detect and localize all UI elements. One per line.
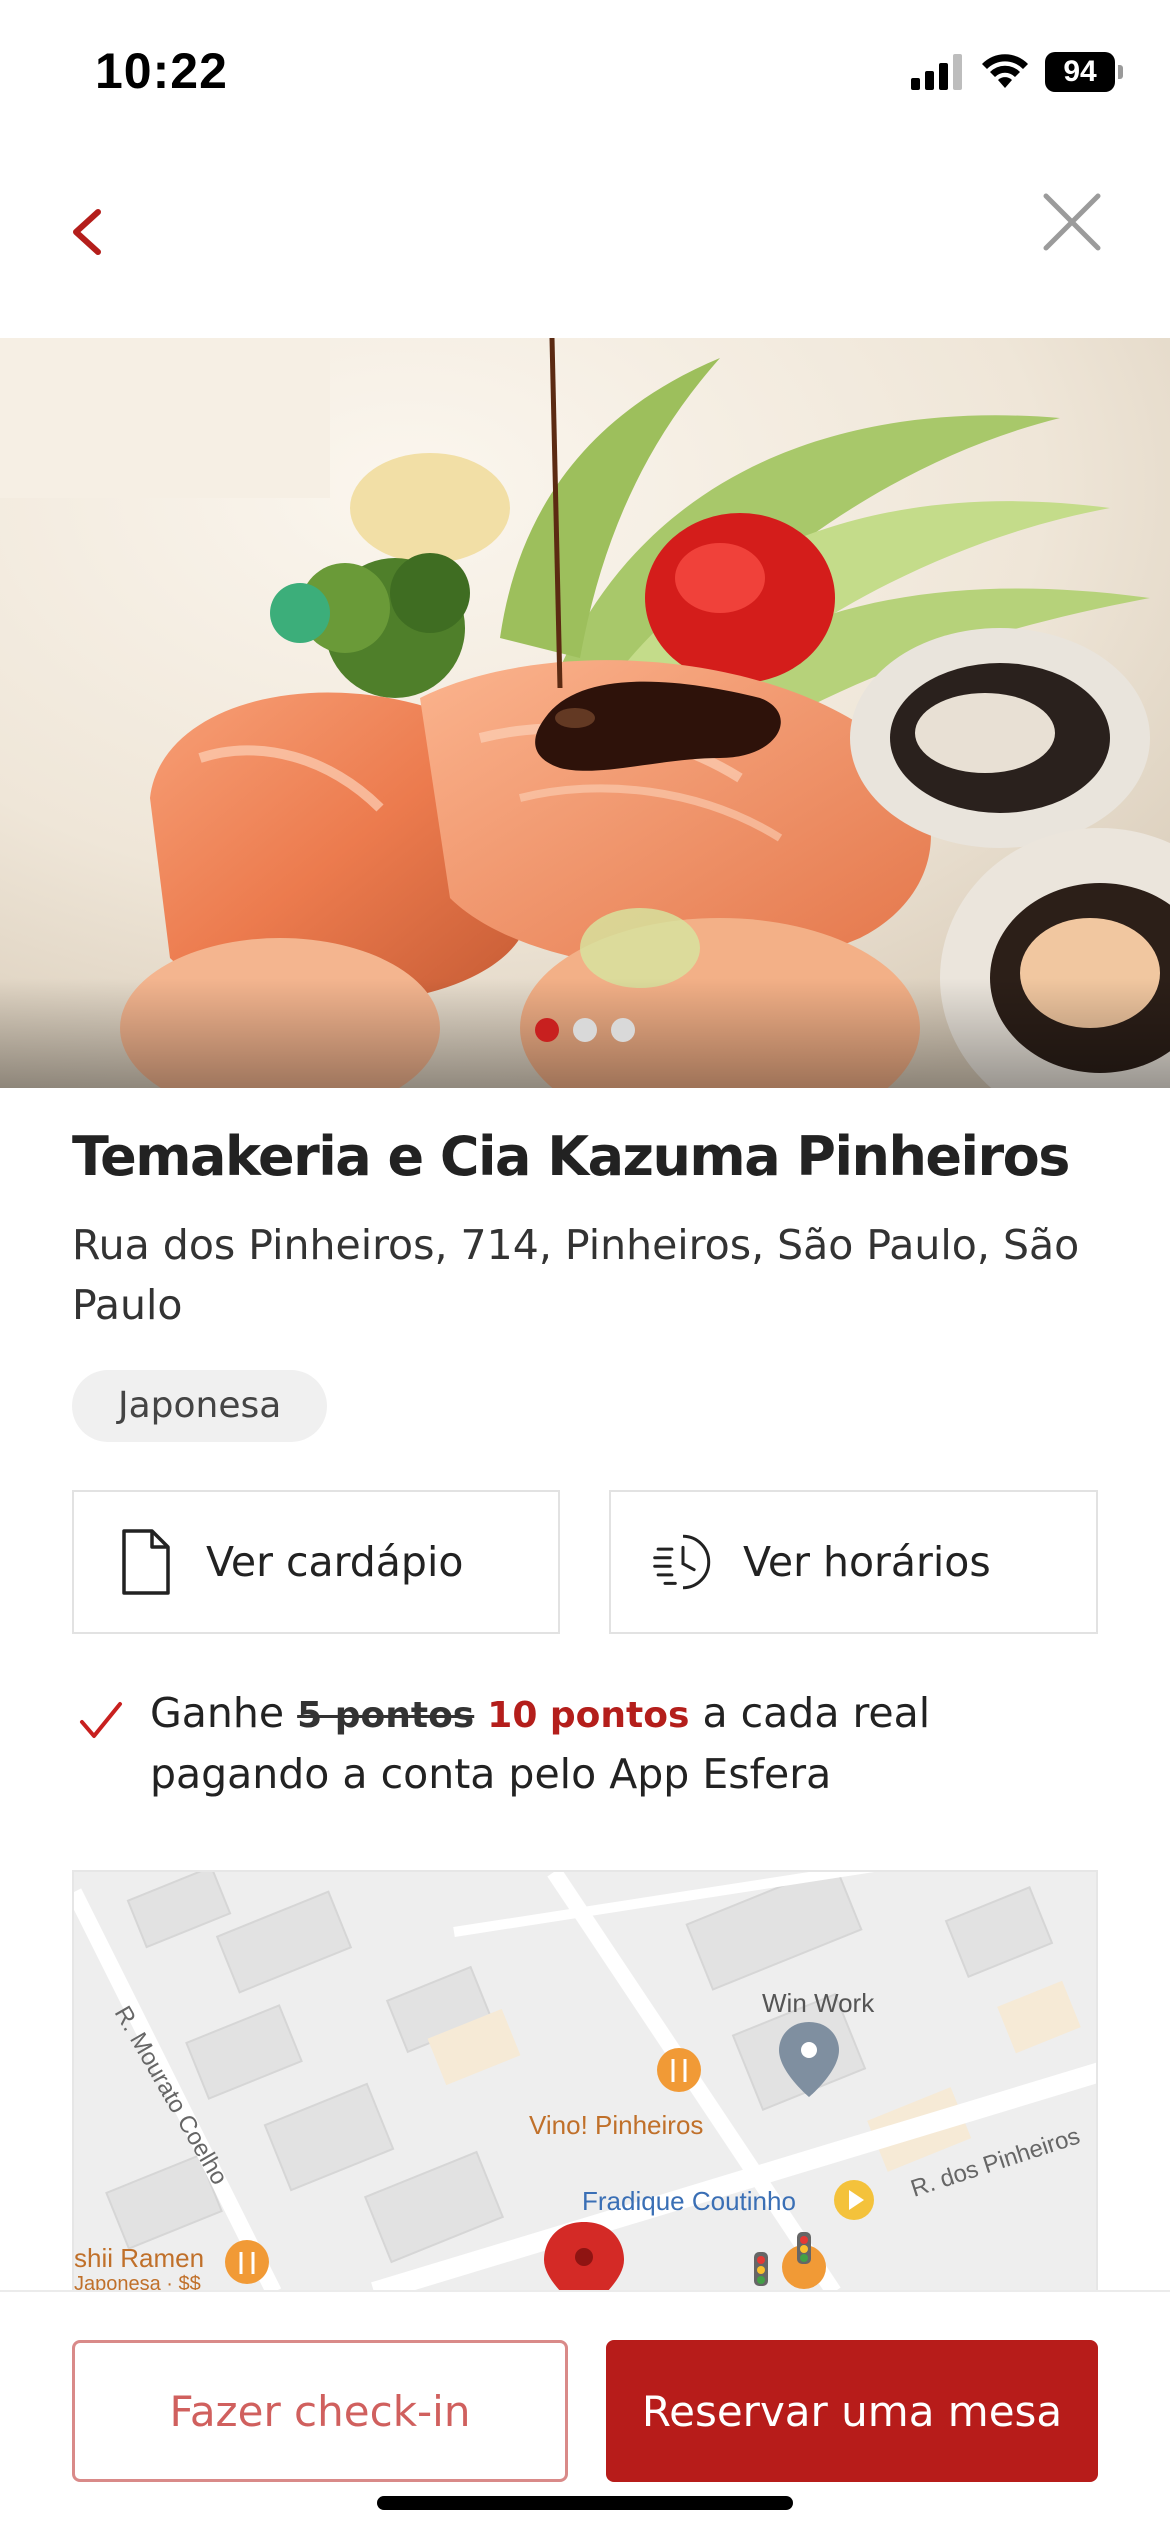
chevron-left-icon	[73, 209, 101, 255]
map-pin-vino	[657, 2048, 701, 2092]
location-map[interactable]: Win Work Vino! Pinheiros Fradique Coutin…	[72, 1870, 1098, 2290]
carousel-dots	[0, 1018, 1170, 1042]
status-icons: 94	[911, 52, 1123, 92]
home-indicator[interactable]	[377, 2496, 793, 2510]
restaurant-name: Temakeria e Cia Kazuma Pinheiros	[72, 1125, 1070, 1188]
view-hours-label: Ver horários	[743, 1538, 991, 1586]
carousel-dot[interactable]	[573, 1018, 597, 1042]
view-menu-button[interactable]: Ver cardápio	[72, 1490, 560, 1634]
carousel-dot[interactable]	[611, 1018, 635, 1042]
battery-icon: 94	[1045, 52, 1123, 92]
map-traffic-light-icon	[754, 2252, 768, 2286]
map-label-ramen-sub: Japonesa · $$	[74, 2273, 201, 2290]
map-canvas: Win Work Vino! Pinheiros Fradique Coutin…	[74, 1872, 1096, 2290]
points-text: Ganhe 5 pontos 10 pontos a cada real pag…	[150, 1684, 1102, 1803]
close-button[interactable]	[1030, 180, 1110, 260]
battery-level: 94	[1063, 55, 1097, 88]
map-label-win-work: Win Work	[762, 1988, 875, 2018]
check-icon	[80, 1702, 122, 1738]
restaurant-address: Rua dos Pinheiros, 714, Pinheiros, São P…	[72, 1221, 1080, 1329]
signal-icon	[911, 54, 962, 90]
close-icon	[1043, 193, 1101, 251]
points-prefix: Ganhe	[150, 1689, 285, 1737]
view-menu-label: Ver cardápio	[206, 1538, 464, 1586]
view-hours-button[interactable]: Ver horários	[609, 1490, 1098, 1634]
cuisine-tag: Japonesa	[72, 1370, 328, 1442]
document-icon	[122, 1529, 170, 1595]
reserve-table-button[interactable]: Reservar uma mesa	[606, 2340, 1098, 2482]
status-bar: 10:22 94	[0, 0, 1170, 150]
map-label-vino: Vino! Pinheiros	[529, 2110, 703, 2140]
photo-carousel[interactable]	[0, 338, 1170, 1088]
restaurant-photo	[0, 338, 1170, 1088]
map-pin-station	[834, 2180, 874, 2220]
back-button[interactable]	[60, 190, 120, 270]
points-new: 10 pontos	[487, 1695, 690, 1736]
carousel-dot[interactable]	[535, 1018, 559, 1042]
map-pin-ramen	[225, 2240, 269, 2284]
check-in-button[interactable]: Fazer check-in	[72, 2340, 568, 2482]
nav-bar	[0, 150, 1170, 338]
clock-icon	[653, 1534, 711, 1590]
points-old: 5 pontos	[297, 1695, 475, 1736]
map-label-fradique: Fradique Coutinho	[582, 2186, 796, 2216]
points-info: Ganhe 5 pontos 10 pontos a cada real pag…	[72, 1684, 1102, 1803]
wifi-icon	[982, 54, 1028, 88]
restaurant-location-marker[interactable]	[544, 2222, 624, 2290]
map-label-ramen: shii Ramen	[74, 2243, 204, 2273]
status-time: 10:22	[95, 43, 228, 99]
bottom-action-bar: Fazer check-in Reservar uma mesa	[0, 2290, 1170, 2532]
